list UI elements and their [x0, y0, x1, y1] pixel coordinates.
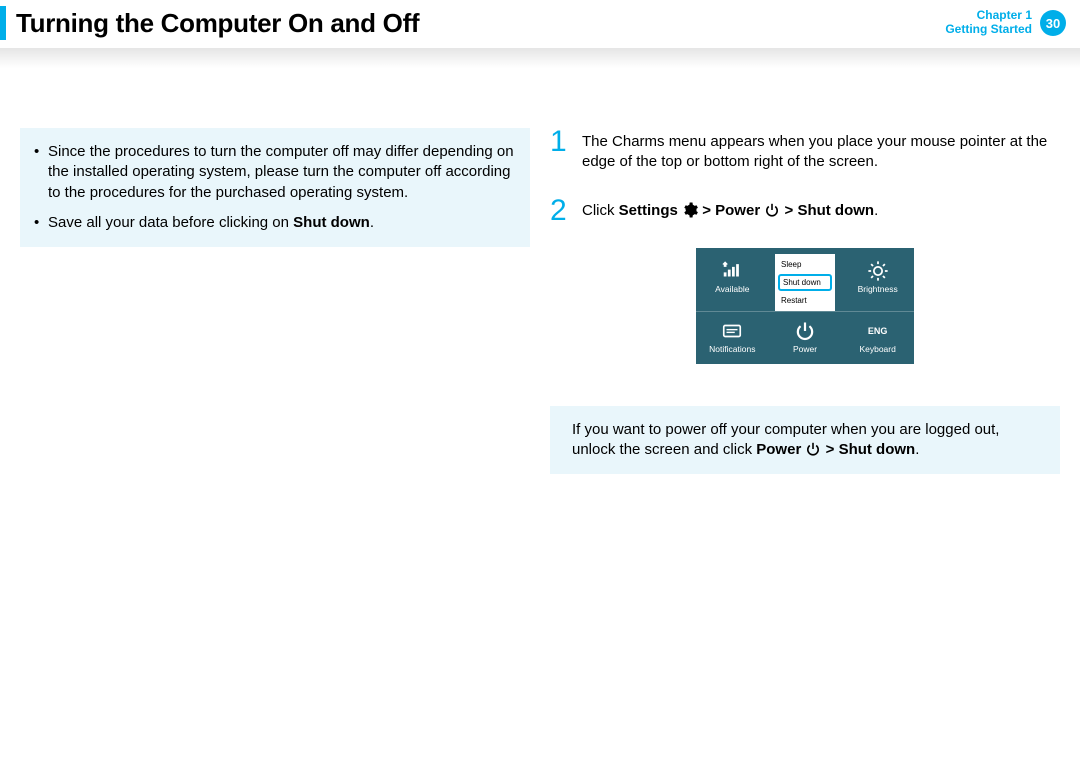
step-1-number: 1	[550, 128, 570, 173]
charm-keyboard[interactable]: ENG Keyboard	[841, 312, 914, 358]
page-header: Turning the Computer On and Off Chapter …	[0, 0, 1080, 46]
notification-icon	[721, 320, 743, 342]
charm-power[interactable]: Power	[769, 312, 842, 358]
header-shadow	[0, 48, 1080, 68]
s2-post: .	[874, 202, 878, 219]
charm-notifications-label: Notifications	[709, 344, 755, 354]
step-2-number: 2	[550, 197, 570, 224]
chapter-text: Chapter 1 Getting Started	[945, 9, 1032, 37]
note-b: .	[915, 441, 919, 458]
tip-item-1: Since the procedures to turn the compute…	[32, 142, 514, 203]
note-shut: Shut down	[839, 441, 916, 458]
tip2-bold: Shut down	[293, 214, 370, 231]
tip2-b: .	[370, 214, 374, 231]
keyboard-lang-icon: ENG	[867, 320, 889, 342]
tip2-a: Save all your data before clicking on	[48, 214, 293, 231]
power-icon	[794, 320, 816, 342]
tip-box: Since the procedures to turn the compute…	[20, 128, 530, 247]
chapter-line2: Getting Started	[945, 23, 1032, 37]
tip-item-2: Save all your data before clicking on Sh…	[32, 213, 514, 233]
charms-settings-panel: Available Sleep Shut down Restart Bright…	[696, 248, 914, 364]
title-wrap: Turning the Computer On and Off	[0, 6, 419, 40]
power-menu-sleep[interactable]: Sleep	[775, 256, 835, 273]
note-sep: >	[821, 441, 838, 458]
charm-brightness[interactable]: Brightness	[841, 252, 914, 311]
power-menu-shutdown[interactable]: Shut down	[778, 274, 832, 291]
charm-power-popup-cell: Sleep Shut down Restart	[769, 252, 842, 311]
note-power: Power	[756, 441, 801, 458]
title-accent-bar	[0, 6, 6, 40]
step-1: 1 The Charms menu appears when you place…	[550, 128, 1060, 173]
page-number-badge: 30	[1040, 10, 1066, 36]
step-2-text: Click Settings > Power > Shut down.	[582, 197, 878, 224]
charm-brightness-label: Brightness	[858, 284, 898, 294]
s2-sep1: >	[698, 202, 715, 219]
column-left: Since the procedures to turn the compute…	[20, 128, 530, 474]
step-1-text: The Charms menu appears when you place y…	[582, 128, 1060, 173]
charm-network[interactable]: Available	[696, 252, 769, 311]
step-2: 2 Click Settings > Power > Shut down.	[550, 197, 1060, 224]
page-title: Turning the Computer On and Off	[16, 8, 419, 39]
sun-icon	[867, 260, 889, 282]
content-columns: Since the procedures to turn the compute…	[0, 128, 1080, 474]
s2-shut: Shut down	[797, 202, 874, 219]
power-icon	[764, 202, 780, 218]
s2-settings: Settings	[619, 202, 678, 219]
chapter-line1: Chapter 1	[945, 9, 1032, 23]
charm-network-label: Available	[715, 284, 749, 294]
s2-sep2: >	[785, 202, 798, 219]
gear-icon	[682, 202, 698, 218]
column-right: 1 The Charms menu appears when you place…	[550, 128, 1060, 474]
s2-pre: Click	[582, 202, 619, 219]
charm-keyboard-label: Keyboard	[859, 344, 895, 354]
signal-bars-icon	[721, 260, 743, 282]
charm-notifications[interactable]: Notifications	[696, 312, 769, 358]
power-menu-popup: Sleep Shut down Restart	[775, 254, 835, 311]
s2-power: Power	[715, 202, 760, 219]
power-menu-restart[interactable]: Restart	[775, 292, 835, 309]
power-icon	[805, 441, 821, 457]
tip1-text: Since the procedures to turn the compute…	[48, 143, 514, 201]
note-box: If you want to power off your computer w…	[550, 406, 1060, 475]
chapter-block: Chapter 1 Getting Started 30	[945, 9, 1066, 37]
charm-power-label: Power	[793, 344, 817, 354]
